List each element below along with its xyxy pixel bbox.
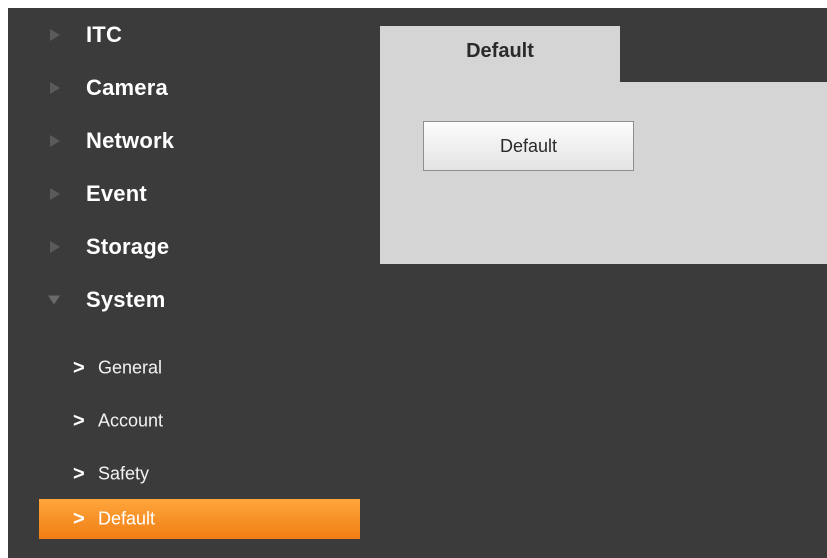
sidebar-item-label: Network [86,128,175,153]
app-frame: ITC Camera Network Event Storage System … [8,8,827,558]
sidebar-subitem-label: Default [98,508,156,529]
sidebar-item-storage[interactable]: Storage [8,225,380,269]
chevron-right-icon: > [73,463,85,485]
sidebar-subitem-label: Account [98,410,164,431]
sidebar-item-system[interactable]: System [8,278,380,322]
sidebar-subitem-label: Safety [98,463,150,484]
tab-bar-filler [620,26,827,82]
triangle-right-icon [50,29,60,41]
sidebar-item-label: Camera [86,75,168,100]
sidebar-item-label: ITC [86,22,123,47]
settings-panel: Default [380,82,827,264]
chevron-right-icon: > [73,357,85,379]
sidebar-subitem-default[interactable]: > Default [39,499,360,539]
sidebar-nav: ITC Camera Network Event Storage System … [8,8,380,558]
sidebar-item-itc[interactable]: ITC [8,13,380,57]
sidebar-item-label: Storage [86,234,170,259]
content-area: Default Default [380,8,827,264]
sidebar-item-camera[interactable]: Camera [8,66,380,110]
triangle-down-icon [48,295,60,305]
triangle-right-icon [50,241,60,253]
sidebar-item-network[interactable]: Network [8,119,380,163]
tab-label: Default [466,40,534,62]
chevron-right-icon: > [73,410,85,432]
default-button[interactable]: Default [423,121,634,171]
triangle-right-icon [50,188,60,200]
sidebar-item-event[interactable]: Event [8,172,380,216]
triangle-right-icon [50,82,60,94]
sidebar-subitem-label: General [98,357,163,378]
tab-default[interactable]: Default [380,26,620,82]
sidebar-subitem-general[interactable]: > General [8,347,380,389]
sidebar-subitem-safety[interactable]: > Safety [8,453,380,495]
chevron-right-icon: > [73,508,85,530]
sidebar-item-label: System [86,287,166,312]
triangle-right-icon [50,135,60,147]
sidebar-item-label: Event [86,181,147,206]
sidebar-subitem-account[interactable]: > Account [8,400,380,442]
